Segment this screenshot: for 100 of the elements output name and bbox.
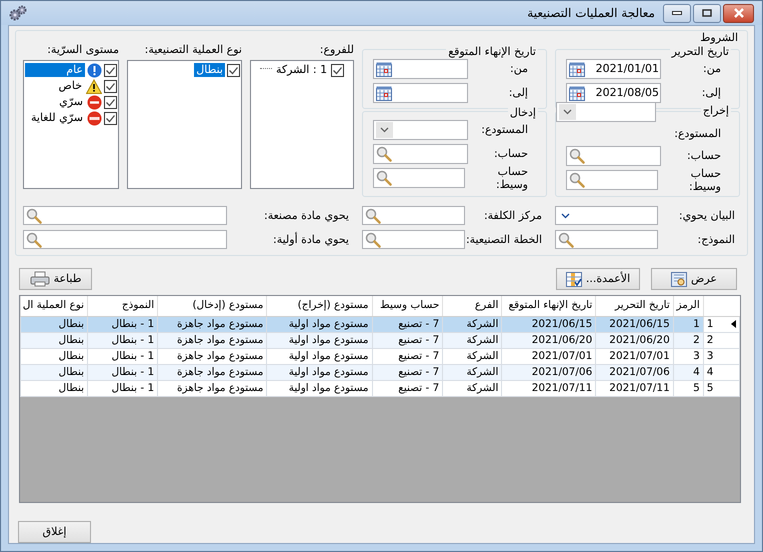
minimize-button[interactable]	[663, 4, 691, 22]
chevron-down-icon	[561, 212, 570, 218]
group-title: تاريخ التحرير	[670, 45, 731, 59]
header-cell	[703, 296, 740, 316]
table-cell: 2	[673, 332, 704, 348]
column-header[interactable]: الفرع	[442, 296, 502, 316]
column-header[interactable]: مستودع (إدخال)	[158, 296, 267, 316]
minimize-icon	[672, 10, 682, 16]
field-label: من:	[510, 62, 529, 76]
field-label: إلى:	[508, 86, 529, 100]
table-cell: 2021/07/11	[596, 380, 674, 396]
row-number: 5	[706, 382, 714, 394]
row-number: 1	[706, 318, 714, 330]
table-cell: 1 - بنطال	[88, 316, 158, 332]
search-field[interactable]	[566, 170, 658, 190]
checkbox[interactable]	[227, 64, 240, 76]
chevron-down-icon	[380, 127, 389, 133]
date-field[interactable]	[373, 83, 468, 103]
print-button[interactable]: طباعة	[19, 268, 92, 290]
search-field[interactable]	[362, 230, 465, 249]
table-cell: بنطال	[20, 332, 88, 348]
column-header[interactable]: الرمز	[673, 296, 704, 316]
table-cell: 2021/06/20	[502, 332, 596, 348]
checkbox[interactable]	[104, 112, 117, 124]
table-cell: بنطال	[20, 364, 88, 380]
field-label: من:	[703, 62, 722, 76]
group-title: الشروط	[698, 31, 740, 45]
maximize-button[interactable]	[693, 4, 721, 22]
column-header[interactable]: تاريخ الإنهاء المتوقع	[502, 296, 596, 316]
table-cell: 1 - بنطال	[88, 332, 158, 348]
column-header[interactable]: النموذج	[88, 296, 158, 316]
table-cell: 7 - تصنيع	[372, 316, 443, 332]
row-header[interactable]: 3	[703, 348, 740, 364]
calendar-icon	[376, 86, 392, 100]
table-cell: مستودع مواد اولية	[266, 316, 372, 332]
checkbox[interactable]	[104, 80, 117, 92]
search-field[interactable]	[566, 146, 661, 166]
table-cell: الشركة	[442, 348, 502, 364]
table-cell: 2021/07/01	[502, 348, 596, 364]
column-header[interactable]: حساب وسيط	[372, 296, 443, 316]
search-icon	[376, 146, 392, 162]
column-header[interactable]: مستودع (إخراج)	[266, 296, 372, 316]
list-item[interactable]: عام	[25, 63, 85, 77]
search-icon	[365, 208, 381, 224]
dropdown[interactable]	[373, 120, 468, 140]
table-cell: 2021/06/15	[596, 316, 674, 332]
search-field[interactable]	[373, 168, 465, 188]
list-item[interactable]: بنطال	[194, 63, 225, 77]
search-icon	[376, 170, 392, 186]
list-item[interactable]: سرّي للغاية	[25, 111, 85, 125]
close-button[interactable]: إغلاق	[18, 521, 91, 543]
list-item[interactable]: 1 : الشركة	[274, 63, 330, 77]
row-header[interactable]: 4	[703, 364, 740, 380]
checkbox[interactable]	[104, 64, 117, 76]
row-number: 4	[706, 366, 714, 378]
field-label: حساب:	[686, 149, 722, 163]
table-cell: بنطال	[20, 316, 88, 332]
table-cell: 5	[673, 380, 704, 396]
list-label: للفروع:	[318, 43, 354, 58]
view-button[interactable]: عرض	[651, 268, 737, 290]
checkbox[interactable]	[331, 64, 344, 76]
table-cell: 3	[673, 348, 704, 364]
field-label: حساب وسيط:	[495, 164, 529, 192]
search-field[interactable]	[23, 206, 227, 225]
list-label: نوع العملية التصنيعية:	[144, 43, 242, 58]
date-field[interactable]: 2021/08/05	[566, 83, 661, 103]
row-header[interactable]: 2	[703, 332, 740, 348]
dropdown[interactable]	[555, 206, 658, 225]
date-field[interactable]	[373, 59, 468, 79]
list-item[interactable]: سرّي	[25, 95, 85, 109]
checkbox[interactable]	[104, 96, 117, 108]
row-header[interactable]: 1	[703, 316, 740, 332]
columns-button[interactable]: الأعمدة...	[556, 268, 640, 290]
maximize-icon	[702, 9, 712, 17]
column-header[interactable]: نوع العملية ال	[20, 296, 88, 316]
dropdown[interactable]	[556, 102, 656, 122]
table-cell: 2021/07/06	[596, 364, 674, 380]
field-label: إلى:	[702, 86, 722, 100]
table-cell: 2021/06/20	[596, 332, 674, 348]
search-field[interactable]	[23, 230, 227, 249]
field-label: يحوي مادة أولية:	[273, 232, 350, 246]
search-field[interactable]	[555, 230, 658, 249]
table-cell: 2021/07/11	[502, 380, 596, 396]
table-cell: 1	[673, 316, 704, 332]
table-cell: 7 - تصنيع	[372, 364, 443, 380]
table-cell: 2021/07/06	[502, 364, 596, 380]
field-label: حساب وسيط:	[688, 166, 722, 194]
field-label: البيان يحوي:	[678, 208, 736, 222]
column-header[interactable]: تاريخ التحرير	[596, 296, 674, 316]
date-field[interactable]: 2021/01/01	[566, 59, 661, 79]
search-field[interactable]	[373, 144, 468, 164]
close-button[interactable]	[723, 4, 754, 22]
list-item[interactable]: خاص	[25, 79, 84, 93]
table-cell: مستودع مواد جاهزة	[158, 348, 267, 364]
search-field[interactable]	[362, 206, 465, 225]
row-header[interactable]: 5	[703, 380, 740, 396]
window-title: معالجة العمليات التصنيعية	[527, 6, 655, 20]
search-icon	[26, 208, 42, 224]
group-title: إدخال	[508, 106, 538, 120]
search-icon	[26, 232, 42, 248]
